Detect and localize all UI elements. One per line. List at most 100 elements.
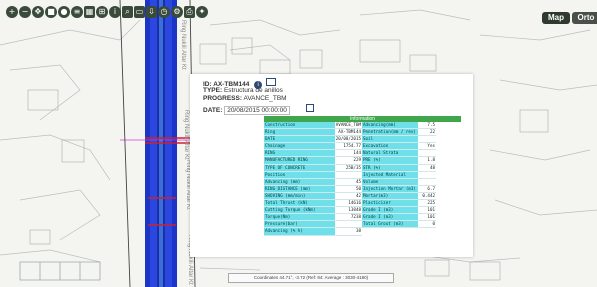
row-label: Advancing(mm) <box>362 122 418 129</box>
row-value: 144 <box>335 150 362 157</box>
right-table: Advancing(mm) 7.5 Penetration(mm / rev) 22 S… <box>362 122 436 229</box>
row-label: Injection Mortar (m3) <box>362 185 418 192</box>
left-table-row: Advancing (% h) 38 <box>264 228 362 236</box>
feature-info-popup: ID: AX-TBM144 i TYPE: Estructura de anil… <box>190 74 473 257</box>
right-table-row: Soil <box>362 136 436 144</box>
row-label: Torque(Nm) <box>264 214 335 221</box>
row-label: Mortar(m3) <box>362 192 418 200</box>
row-value <box>418 136 436 143</box>
row-value: 48 <box>418 164 436 171</box>
row-value: 38 <box>335 228 362 235</box>
left-table-row: TYPE OF CONCRETE 25B/35 <box>264 164 362 172</box>
row-value: 0 <box>418 221 436 228</box>
left-table-row: DATE 20/08/2015 <box>264 136 362 144</box>
row-label: Grade I (m3) <box>362 214 418 221</box>
zoom-out-icon[interactable]: − <box>19 6 31 18</box>
right-table-row: Natural Strata <box>362 150 436 158</box>
pan-icon[interactable]: ✥ <box>32 6 44 18</box>
row-label: Soil <box>362 136 418 143</box>
left-table-row: SHOVING (mm/min) 42 <box>264 192 362 201</box>
row-label: STR (%) <box>362 164 418 171</box>
right-table-row: Penetration(mm / rev) 22 <box>362 129 436 137</box>
row-label: Grade I (m3) <box>362 207 418 214</box>
row-label: Natural Strata <box>362 150 418 157</box>
row-label: MANUFACTURED RING <box>264 157 335 164</box>
left-table-row: Torque(Nm) 7238 <box>264 214 362 222</box>
stop-icon[interactable]: ■ <box>45 6 57 18</box>
left-table-row: MANUFACTURED RING 229 <box>264 157 362 165</box>
row-value: 101 <box>418 207 436 214</box>
right-table-row: Plasticizer 225 <box>362 200 436 208</box>
progress-label: PROGRESS: <box>203 95 243 102</box>
row-value: 45 <box>335 178 362 185</box>
left-table-row: RING DISTANCE (mm) 50 <box>264 185 362 193</box>
row-value: 225 <box>418 200 436 207</box>
row-value: 1754.77 <box>335 143 362 150</box>
row-value: 14616 <box>335 200 362 207</box>
row-label: RING DISTANCE (mm) <box>264 185 335 192</box>
print-icon[interactable]: ⎙ <box>184 6 195 18</box>
folder-icon[interactable] <box>265 78 276 86</box>
map-toolbar: + − ✥ ■ ● ≡ ▦ ⊞ i ⌕ ▭ ⇩ ◷ ⚙ ⎙ ✦ <box>6 6 208 22</box>
row-value: 7.5 <box>418 122 436 129</box>
select-icon[interactable]: ▭ <box>134 6 145 18</box>
row-value: AVANCE_TBM <box>335 122 362 129</box>
row-value: 22 <box>418 129 436 136</box>
row-label: Pressure(bar) <box>264 221 335 228</box>
row-value: 25B/35 <box>335 164 362 171</box>
save-icon[interactable] <box>305 104 314 112</box>
right-table-row: Total Grout (m3) 0 <box>362 221 436 229</box>
map-view-button[interactable]: Map <box>542 12 570 24</box>
type-value: Estructura de anillos <box>223 87 283 94</box>
right-table-row: Injection Mortar (m3) 6.7 <box>362 185 436 193</box>
row-value: 229 <box>335 157 362 164</box>
search-icon[interactable]: ⌕ <box>122 6 133 18</box>
row-label: Cutting Torque (kNm) <box>264 207 335 214</box>
export-icon[interactable]: ⇩ <box>146 6 157 18</box>
left-table-row: Pressure(bar) <box>264 221 362 229</box>
left-table-row: Advancing (mm) 45 <box>264 178 362 186</box>
right-table-row: Volume <box>362 178 436 186</box>
layers-icon[interactable]: ≡ <box>71 6 83 18</box>
info-icon[interactable]: i <box>109 6 121 18</box>
row-value <box>418 171 436 178</box>
record-icon[interactable]: ● <box>58 6 70 18</box>
row-label: SHOVING (mm/min) <box>264 192 335 200</box>
right-table-row: PRE (%) 1.8 <box>362 157 436 165</box>
row-label: Construction <box>264 122 335 129</box>
row-value <box>418 150 436 157</box>
row-label: RING <box>264 150 335 157</box>
street-label: Ring Nukili Altar Kt <box>183 110 189 160</box>
right-table-row: Injected Material <box>362 171 436 179</box>
orto-view-button[interactable]: Orto <box>572 12 597 24</box>
right-table-row: Advancing(mm) 7.5 <box>362 122 436 130</box>
date-value: 20/08/2015 00:00:00 <box>224 106 290 115</box>
row-value: 101 <box>418 214 436 221</box>
grid-icon[interactable]: ▦ <box>84 6 95 18</box>
row-value: 6.7 <box>418 185 436 192</box>
row-value: 42 <box>335 192 362 200</box>
row-label: Advancing (% h) <box>264 228 335 235</box>
row-label: Position <box>264 171 335 178</box>
row-label: PRE (%) <box>362 157 418 164</box>
left-table-row: Position <box>264 171 362 179</box>
row-value: 50 <box>335 185 362 192</box>
row-label: TYPE OF CONCRETE <box>264 164 335 171</box>
measure-icon[interactable]: ⊞ <box>96 6 108 18</box>
left-table-row: Chainage 1754.77 <box>264 143 362 151</box>
clock-icon[interactable]: ◷ <box>158 6 170 18</box>
zoom-in-icon[interactable]: + <box>6 6 18 18</box>
row-label: Excavation <box>362 143 418 150</box>
right-table-row: STR (%) 48 <box>362 164 436 172</box>
row-label: Ring <box>264 129 335 136</box>
left-table-row: Ring AX-TBM144 <box>264 129 362 137</box>
row-value: 7238 <box>335 214 362 221</box>
row-label: Plasticizer <box>362 200 418 207</box>
row-label: Advancing (mm) <box>264 178 335 185</box>
row-value <box>335 221 362 228</box>
row-label: Total Grout (m3) <box>362 221 418 228</box>
progress-value: AVANCE_TBM <box>243 95 287 102</box>
marker-icon[interactable]: ✦ <box>196 6 208 18</box>
settings-icon[interactable]: ⚙ <box>171 6 183 18</box>
right-table-row: Excavation Yes <box>362 143 436 151</box>
